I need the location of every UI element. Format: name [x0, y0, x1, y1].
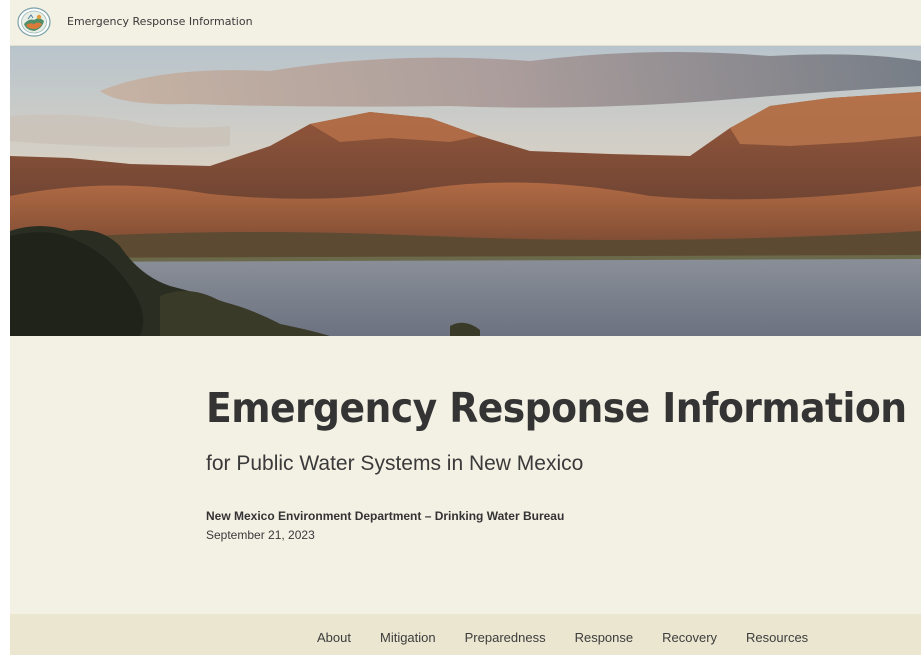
nav-item-mitigation[interactable]: Mitigation: [380, 630, 436, 645]
site-title-link[interactable]: Emergency Response Information: [67, 15, 253, 28]
organization-name: New Mexico Environment Department – Drin…: [206, 509, 565, 523]
bottom-nav: About Mitigation Preparedness Response R…: [10, 614, 921, 655]
page-subtitle: for Public Water Systems in New Mexico: [206, 452, 584, 475]
nmed-logo-icon[interactable]: [17, 7, 51, 37]
nav-item-about[interactable]: About: [317, 630, 351, 645]
nav-item-preparedness[interactable]: Preparedness: [465, 630, 546, 645]
page: Emergency Response Information Emergency…: [10, 0, 921, 655]
publish-date: September 21, 2023: [206, 528, 315, 542]
top-bar: Emergency Response Information: [10, 0, 921, 46]
nav-item-recovery[interactable]: Recovery: [662, 630, 717, 645]
nav-list: About Mitigation Preparedness Response R…: [317, 630, 808, 645]
nav-item-resources[interactable]: Resources: [746, 630, 808, 645]
page-title: Emergency Response Information: [206, 384, 907, 432]
nav-item-response[interactable]: Response: [575, 630, 634, 645]
hero-image: [10, 46, 921, 336]
